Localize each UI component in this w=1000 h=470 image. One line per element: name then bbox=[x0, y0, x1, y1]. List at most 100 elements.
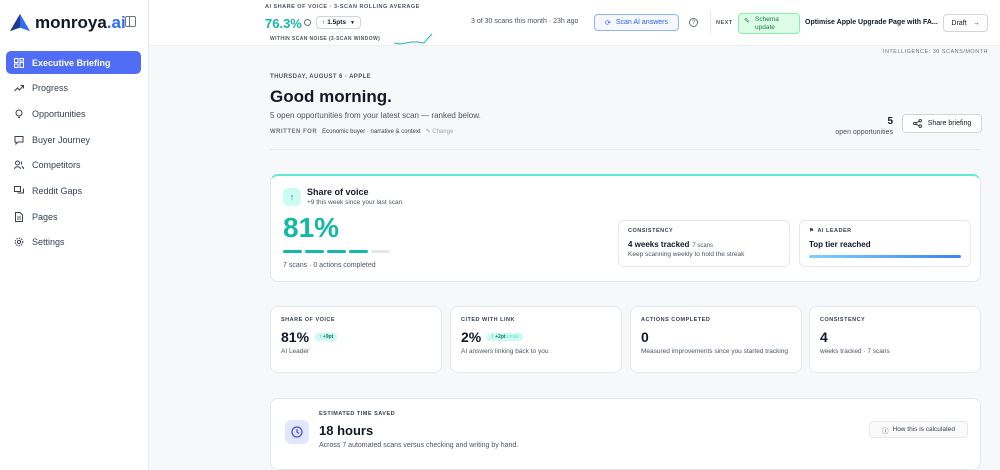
noise-label: WITHIN SCAN NOISE (3-SCAN WINDOW) bbox=[270, 36, 381, 42]
stat-desc: AI answers linking back to you bbox=[461, 348, 549, 355]
document-icon bbox=[15, 211, 23, 222]
arrow-up-icon: ↑ bbox=[322, 19, 326, 26]
stat-desc: AI Leader bbox=[281, 348, 310, 355]
sidebar-item-label: Opportunities bbox=[32, 108, 86, 119]
delta-badge: ↑ +2pt small bbox=[487, 333, 523, 341]
open-opportunities-count: 5 bbox=[887, 116, 893, 127]
stat-desc: weeks tracked · 7 scans bbox=[820, 348, 890, 355]
written-for-label: WRITTEN FOR bbox=[270, 128, 318, 135]
logo-mark-icon bbox=[9, 13, 31, 32]
open-opportunities-label: open opportunities bbox=[835, 129, 893, 136]
tag-icon: ✎ bbox=[744, 18, 750, 25]
next-action-title[interactable]: Optimise Apple Upgrade Page with FA... bbox=[805, 19, 938, 26]
stat-desc: Measured improvements since you started … bbox=[641, 348, 789, 355]
change-audience-link[interactable]: ✎ Change bbox=[426, 128, 454, 135]
share-icon bbox=[912, 119, 922, 128]
sidebar-item-executive-briefing[interactable]: Executive Briefing bbox=[6, 51, 141, 74]
ai-leader-label: ⚑ AI LEADER bbox=[809, 228, 852, 234]
dashboard-icon bbox=[14, 57, 24, 68]
time-saved-card: ESTIMATED TIME SAVED 18 hours Across 7 a… bbox=[270, 398, 981, 470]
next-label: NEXT bbox=[716, 20, 733, 26]
hero-title: Share of voice bbox=[307, 187, 369, 197]
sidebar-item-label: Buyer Journey bbox=[32, 134, 91, 145]
sidebar-item-label: Progress bbox=[32, 83, 69, 94]
hero-value: 81% bbox=[283, 212, 340, 243]
trend-icon bbox=[14, 85, 24, 92]
stat-card-actions-completed: ACTIONS COMPLETED 0 Measured improvement… bbox=[630, 306, 802, 373]
sidebar-item-label: Pages bbox=[32, 211, 58, 222]
stat-label: CONSISTENCY bbox=[820, 317, 866, 323]
divider bbox=[710, 12, 711, 34]
schema-update-badge: ✎ Schema update bbox=[738, 13, 800, 34]
progress-segment bbox=[371, 250, 390, 253]
consistency-value: 4 weeks tracked 7 scans bbox=[628, 240, 714, 249]
written-for-value: Economic buyer · narrative & context bbox=[322, 128, 421, 135]
stat-value: 4 bbox=[820, 329, 828, 345]
chat-icon bbox=[14, 135, 24, 145]
stat-value: 2% ↑ +2pt small bbox=[461, 329, 611, 345]
page-title: Good morning. bbox=[270, 87, 392, 106]
stat-card-share-of-voice: SHARE OF VOICE 81% ↑ +9pt AI Leader bbox=[270, 306, 442, 373]
stat-value: 0 bbox=[641, 329, 649, 345]
stat-label: CITED WITH LINK bbox=[461, 317, 515, 323]
sidebar-item-progress[interactable]: Progress bbox=[6, 77, 141, 100]
time-saved-value: 18 hours bbox=[319, 423, 374, 438]
clock-icon bbox=[285, 420, 309, 444]
messages-icon bbox=[14, 185, 24, 194]
stat-value: 81% ↑ +9pt bbox=[281, 329, 431, 345]
sov-value: 76.3% bbox=[265, 16, 302, 31]
intelligence-plan-note: INTELLIGENCE: 30 SCANS/MONTH bbox=[882, 49, 988, 55]
sidebar-item-settings[interactable]: Settings bbox=[6, 231, 141, 254]
sidebar-item-label: Settings bbox=[32, 237, 65, 248]
draft-button[interactable]: Draft → bbox=[943, 14, 988, 32]
consistency-desc: Keep scanning weekly to hold the streak bbox=[628, 251, 745, 258]
share-briefing-button[interactable]: Share briefing bbox=[902, 114, 982, 133]
arrow-up-icon: ↑ bbox=[283, 188, 301, 206]
main-content: THURSDAY, AUGUST 6 · APPLE Good morning.… bbox=[149, 56, 1000, 470]
sidebar-item-opportunities[interactable]: Opportunities bbox=[6, 102, 141, 125]
sidebar-nav: Executive Briefing Progress Opportunitie… bbox=[6, 51, 141, 257]
hero-subtitle: +9 this week since your last scan bbox=[307, 199, 403, 206]
progress-segment bbox=[327, 250, 346, 253]
help-icon[interactable]: ? bbox=[689, 18, 698, 27]
sidebar-collapse-icon[interactable] bbox=[125, 16, 136, 27]
logo-text: monroya.ai bbox=[35, 13, 126, 32]
stat-card-cited-with-link: CITED WITH LINK 2% ↑ +2pt small AI answer… bbox=[450, 306, 622, 373]
info-icon[interactable] bbox=[304, 19, 311, 26]
scan-status: 3 of 30 scans this month · 23h ago bbox=[471, 18, 579, 25]
audience-row: WRITTEN FOR Economic buyer · narrative &… bbox=[270, 128, 454, 136]
sov-sparkline bbox=[394, 33, 432, 45]
consistency-card: CONSISTENCY 4 weeks tracked 7 scans Keep … bbox=[618, 220, 790, 267]
delta-value: 1.5pts bbox=[327, 19, 347, 26]
consistency-label: CONSISTENCY bbox=[628, 228, 674, 234]
caret-down-icon: ▼ bbox=[350, 19, 355, 26]
sidebar-item-pages[interactable]: Pages bbox=[6, 205, 141, 228]
sidebar-item-competitors[interactable]: Competitors bbox=[6, 154, 141, 177]
sidebar-item-label: Executive Briefing bbox=[32, 57, 111, 68]
stat-card-consistency: CONSISTENCY 4 weeks tracked · 7 scans bbox=[809, 306, 981, 373]
info-icon: ⓘ bbox=[882, 427, 889, 435]
gear-icon bbox=[14, 238, 24, 247]
logo[interactable]: monroya.ai bbox=[9, 12, 126, 34]
date-line: THURSDAY, AUGUST 6 · APPLE bbox=[270, 74, 372, 80]
share-of-voice-hero-card: ↑ Share of voice +9 this week since your… bbox=[270, 174, 981, 282]
progress-segment bbox=[349, 250, 368, 253]
stat-label: ACTIONS COMPLETED bbox=[641, 317, 711, 323]
progress-segment bbox=[305, 250, 324, 253]
sov-delta-dropdown[interactable]: ↑ 1.5pts ▼ bbox=[316, 16, 361, 29]
delta-badge: ↑ +9pt bbox=[315, 333, 338, 341]
how-calculated-button[interactable]: ⓘ How this is calculated bbox=[869, 421, 968, 438]
sidebar-item-buyer-journey[interactable]: Buyer Journey bbox=[6, 128, 141, 151]
ai-leader-progress-bar bbox=[809, 255, 961, 258]
hero-scans-text: 7 scans · 0 actions completed bbox=[283, 262, 376, 269]
divider bbox=[270, 149, 981, 150]
sidebar-item-reddit-gaps[interactable]: Reddit Gaps bbox=[6, 179, 141, 202]
refresh-icon: ⟳ bbox=[604, 19, 611, 27]
top-bar: AI SHARE OF VOICE · 3-SCAN ROLLING AVERA… bbox=[149, 0, 1000, 46]
progress-segment bbox=[283, 250, 302, 253]
stat-label: SHARE OF VOICE bbox=[281, 317, 336, 323]
ai-leader-value: Top tier reached bbox=[809, 240, 871, 249]
time-saved-desc: Across 7 automated scans versus checking… bbox=[319, 442, 519, 449]
pencil-icon: ✎ bbox=[425, 129, 431, 135]
scan-ai-answers-button[interactable]: ⟳ Scan AI answers bbox=[594, 14, 679, 31]
